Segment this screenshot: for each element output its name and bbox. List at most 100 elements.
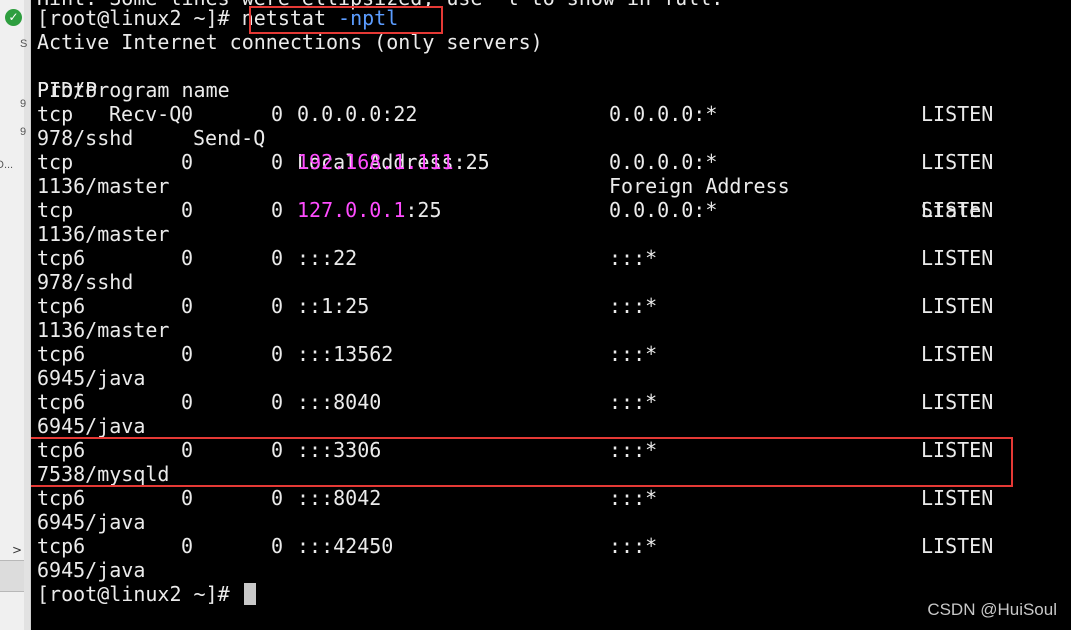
cell-local-address: :::22 <box>297 246 357 270</box>
cell-proto: tcp6 <box>37 294 86 318</box>
table-row: tcp6 0 0:::42450:::* LISTEN <box>37 534 1037 558</box>
cell-program: 978/sshd <box>37 270 134 294</box>
cell-local-address: :::8040 <box>297 390 381 414</box>
local-port: :25 <box>453 150 490 174</box>
shell-prompt: [root@linux2 ~]# <box>37 582 242 606</box>
cell-state: LISTEN <box>921 246 994 270</box>
cell-program: 1136/master <box>37 174 170 198</box>
watermark: CSDN @HuiSoul <box>927 600 1057 619</box>
cell-recv-q: 0 <box>181 534 194 558</box>
cell-send-q: 0 <box>271 246 284 270</box>
cell-recv-q: 0 <box>181 150 194 174</box>
table-row: tcp6 0 0:::13562:::* LISTEN <box>37 342 1037 366</box>
cell-state: LISTEN <box>921 294 994 318</box>
cell-send-q: 0 <box>271 150 284 174</box>
cell-foreign-address: :::* <box>609 294 658 318</box>
command-name: netstat <box>241 6 326 30</box>
side-panel-fragment: 9 <box>20 126 27 138</box>
cell-program: 1136/master <box>37 222 170 246</box>
cell-recv-q: 0 <box>181 246 194 270</box>
side-panel-scroll-gutter[interactable] <box>24 0 30 630</box>
header-program: PID/Program name <box>37 78 230 102</box>
check-circle-icon: ✓ <box>5 9 22 26</box>
cell-recv-q: 0 <box>181 486 194 510</box>
table-row: tcp6 0 0:::22:::* LISTEN <box>37 246 1037 270</box>
table-row: tcp6 0 0:::3306:::* LISTEN <box>37 438 1037 462</box>
cell-send-q: 0 <box>271 102 284 126</box>
cell-state: LISTEN <box>921 390 994 414</box>
cell-state: LISTEN <box>921 150 994 174</box>
cell-foreign-address: :::* <box>609 390 658 414</box>
cell-state: LISTEN <box>921 534 994 558</box>
cell-program: 978/sshd <box>37 126 134 150</box>
cell-send-q: 0 <box>271 294 284 318</box>
cell-foreign-address: :::* <box>609 486 658 510</box>
header-send-q: Send-Q <box>193 126 266 150</box>
cell-state: LISTEN <box>921 198 994 222</box>
cell-foreign-address: 0.0.0.0:* <box>609 150 718 174</box>
cell-state: LISTEN <box>921 342 994 366</box>
cell-send-q: 0 <box>271 198 284 222</box>
cell-recv-q: 0 <box>181 390 194 414</box>
cell-program: 6945/java <box>37 366 146 390</box>
cell-state: LISTEN <box>921 438 994 462</box>
local-port: :::42450 <box>297 534 394 558</box>
local-ip: 192.168.1.111 <box>297 150 454 174</box>
local-port: ::1:25 <box>297 294 370 318</box>
cell-local-address: :::8042 <box>297 486 381 510</box>
side-panel-fragment: D... <box>0 159 14 171</box>
cell-recv-q: 0 <box>181 198 194 222</box>
cell-send-q: 0 <box>271 486 284 510</box>
cell-proto: tcp6 <box>37 486 86 510</box>
cell-send-q: 0 <box>271 438 284 462</box>
shell-prompt: [root@linux2 ~]# <box>37 6 242 30</box>
header-foreign-address: Foreign Address <box>609 174 790 198</box>
cell-foreign-address: :::* <box>609 246 658 270</box>
cell-send-q: 0 <box>271 390 284 414</box>
cell-program: 6945/java <box>37 558 146 582</box>
cell-foreign-address: :::* <box>609 342 658 366</box>
command-line: [root@linux2 ~]# netstat -nptl <box>37 6 398 30</box>
side-panel: ✓ S 9 9 D... > <box>0 0 31 630</box>
cell-local-address: :::42450 <box>297 534 393 558</box>
cell-local-address: ::1:25 <box>297 294 369 318</box>
command-options: -nptl <box>338 6 399 30</box>
cell-proto: tcp <box>37 150 74 174</box>
local-port: :25 <box>405 198 442 222</box>
output-heading: Active Internet connections (only server… <box>37 30 543 54</box>
table-row: tcp 0 0 192.168.1.111:25 0.0.0.0:* LISTEN <box>37 150 1037 174</box>
local-port: :::3306 <box>297 438 382 462</box>
table-row: tcp6 0 0::1:25:::* LISTEN <box>37 294 1037 318</box>
cell-program: 7538/mysqld <box>37 462 170 486</box>
side-panel-fragment: S <box>20 38 28 50</box>
cell-foreign-address: :::* <box>609 438 658 462</box>
local-port: :::8042 <box>297 486 382 510</box>
cell-recv-q: 0 <box>181 294 194 318</box>
cell-recv-q: 0 <box>181 102 194 126</box>
table-row: tcp 0 0 0.0.0.0:22 0.0.0.0:* LISTEN <box>37 102 1037 126</box>
table-row: tcp6 0 0:::8042:::* LISTEN <box>37 486 1037 510</box>
local-port: :::22 <box>297 246 358 270</box>
cell-state: LISTEN <box>921 102 994 126</box>
cell-local-address: 0.0.0.0:22 <box>297 102 417 126</box>
side-panel-button[interactable] <box>0 560 24 592</box>
cell-local-address: :::3306 <box>297 438 381 462</box>
table-row: tcp6 0 0:::8040:::* LISTEN <box>37 390 1037 414</box>
cell-local-address: 192.168.1.111:25 <box>297 150 490 174</box>
local-port: :::8040 <box>297 390 382 414</box>
chevron-right-icon[interactable]: > <box>12 543 22 557</box>
cell-proto: tcp6 <box>37 438 86 462</box>
table-header: Proto Recv-Q Send-Q Local Address Foreig… <box>37 54 1037 222</box>
cell-proto: tcp6 <box>37 246 86 270</box>
cell-send-q: 0 <box>271 534 284 558</box>
final-prompt-line: [root@linux2 ~]# <box>37 582 256 606</box>
cell-foreign-address: :::* <box>609 534 658 558</box>
terminal-window[interactable]: Hint: Some lines were ellipsized, use -l… <box>31 0 1071 630</box>
side-panel-fragment: 9 <box>20 98 27 110</box>
cell-proto: tcp <box>37 102 74 126</box>
table-row: tcp 0 0 127.0.0.1:25 0.0.0.0:* LISTEN <box>37 198 1037 222</box>
local-ip: 127.0.0.1 <box>297 198 406 222</box>
local-port: 0.0.0.0:22 <box>297 102 418 126</box>
cell-recv-q: 0 <box>181 342 194 366</box>
cell-state: LISTEN <box>921 486 994 510</box>
